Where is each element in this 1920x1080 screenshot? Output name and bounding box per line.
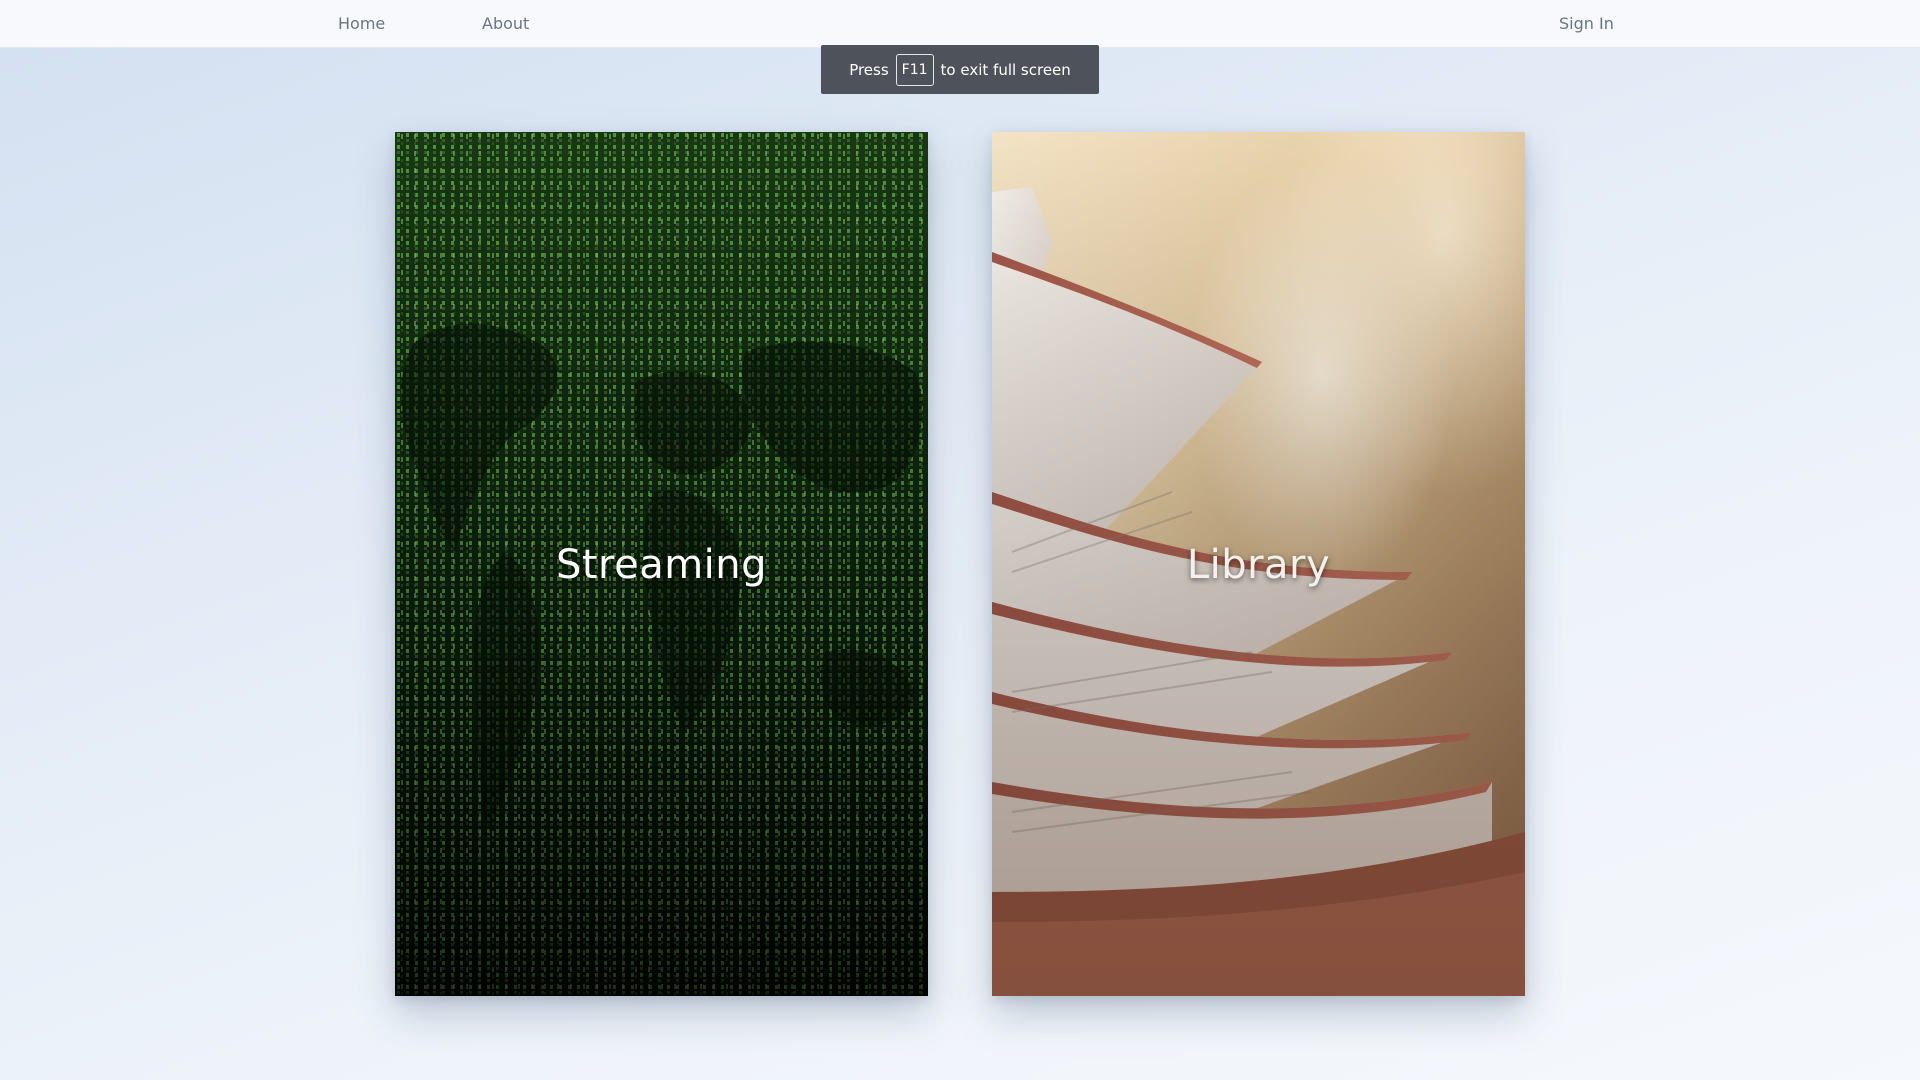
sign-in-link[interactable]: Sign In [1559,0,1614,47]
fullscreen-exit-notice: Press F11 to exit full screen [821,45,1099,94]
nav-link-home[interactable]: Home [338,0,385,47]
streaming-card[interactable]: Streaming [395,132,928,996]
notice-prefix: Press [849,60,889,79]
library-card[interactable]: Library [992,132,1525,996]
card-title-library: Library [1186,542,1331,588]
card-title-streaming: Streaming [555,542,768,588]
notice-suffix: to exit full screen [940,60,1071,79]
nav-link-about[interactable]: About [482,0,529,47]
f11-key-badge: F11 [895,53,934,86]
top-navbar: Home About Sign In [0,0,1920,48]
